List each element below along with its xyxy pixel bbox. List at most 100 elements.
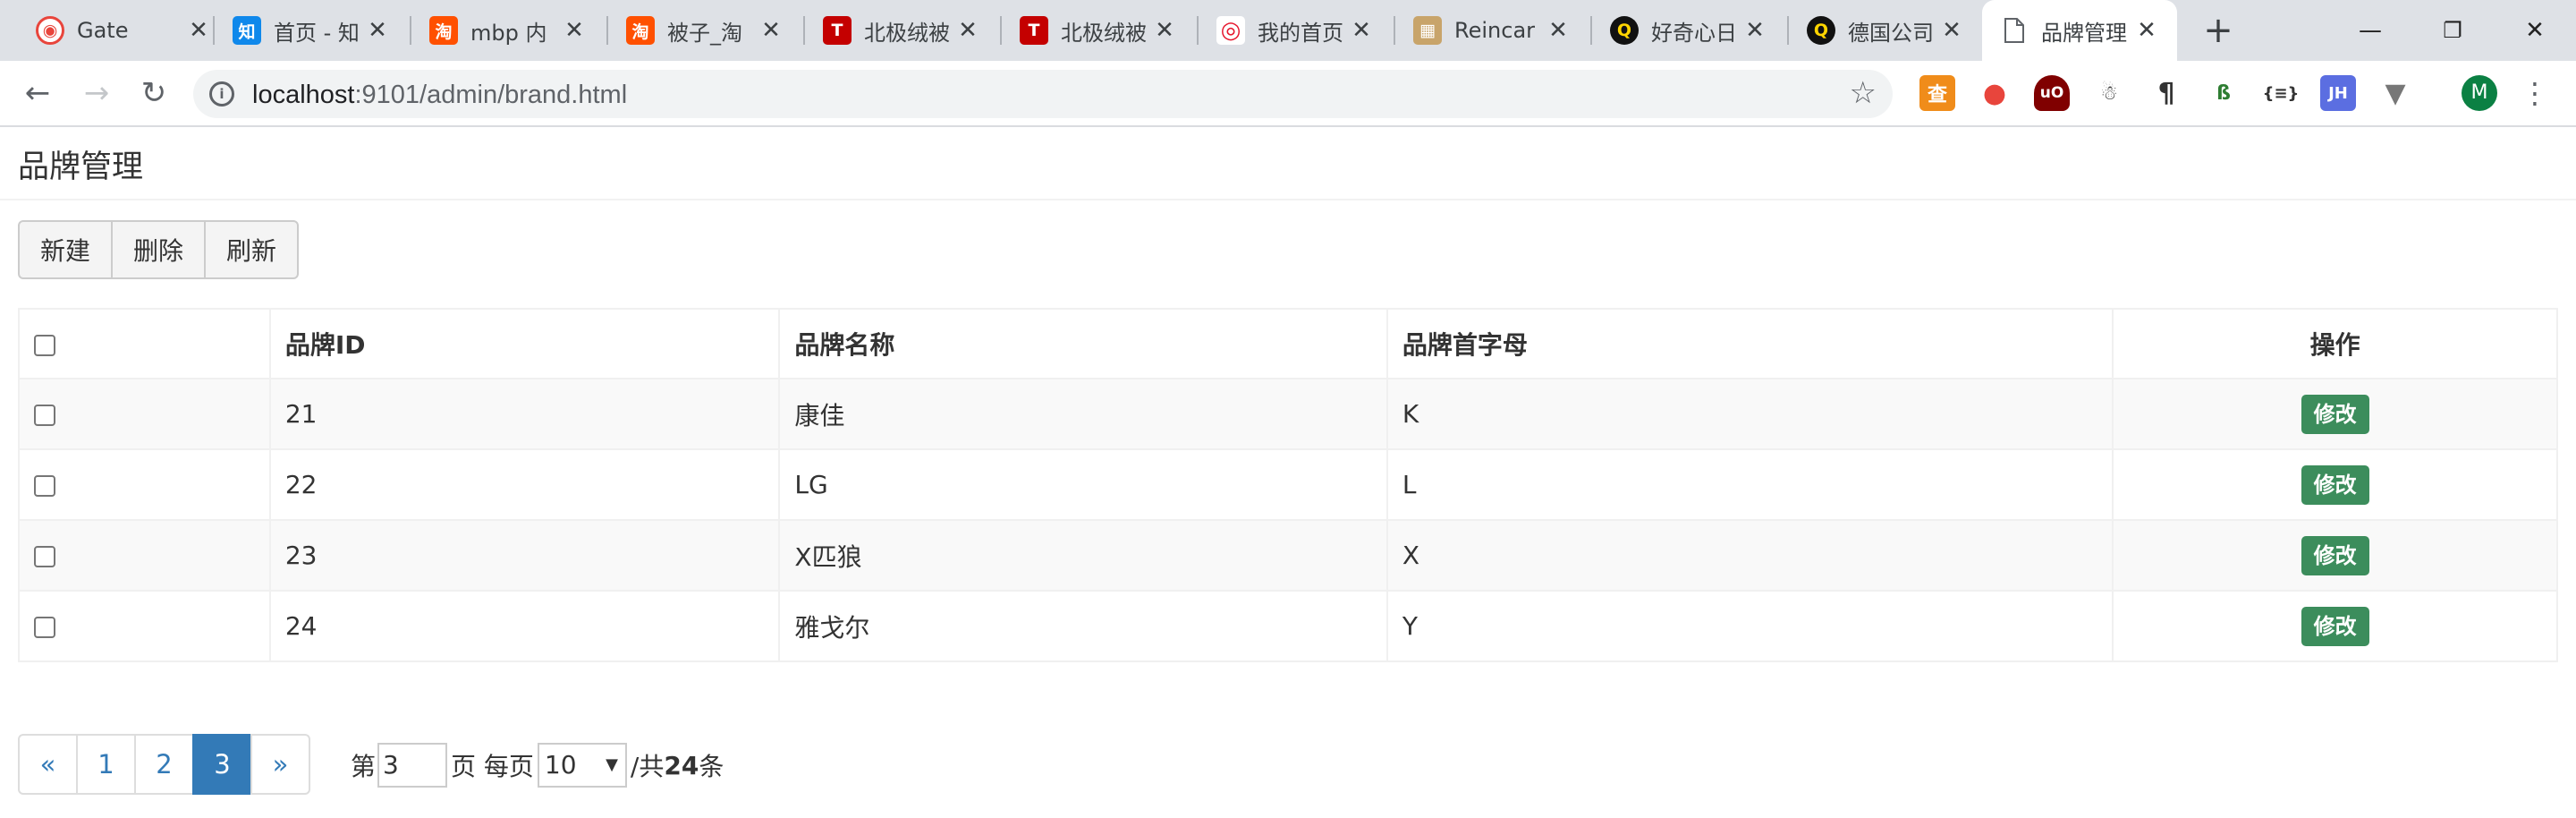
pagination-page-3[interactable]: 3 [192,734,252,795]
pagination-page-2[interactable]: 2 [134,734,194,795]
close-icon[interactable]: ✕ [1152,18,1177,43]
tmall-icon: T [823,16,852,45]
tab-tmall-2[interactable]: T 北极绒被 ✕ [1002,0,1199,61]
extension-cha-icon[interactable]: 查 [1919,75,1955,111]
cell-brand-name: X匹狼 [778,519,1388,592]
tab-taobao-quilt[interactable]: 淘 被子_淘 ✕ [608,0,805,61]
edit-button[interactable]: 修改 [2301,535,2369,575]
tab-title: 被子_淘 [667,20,742,46]
minimize-icon[interactable]: — [2347,9,2394,52]
chevron-down-icon: ▼ [606,755,618,774]
pilcrow-icon[interactable]: ¶ [2148,75,2184,111]
select-all-checkbox[interactable] [34,334,55,356]
tab-qdaily-1[interactable]: Q 好奇心日 ✕ [1592,0,1789,61]
close-icon[interactable]: ✕ [186,18,211,43]
spy-extension-icon[interactable]: ☃ [2091,75,2127,111]
close-icon[interactable]: ✕ [1742,18,1767,43]
table-header-row: 品牌ID 品牌名称 品牌首字母 操作 [18,308,2558,379]
delete-button[interactable]: 删除 [111,220,206,279]
gate-icon: ◉ [36,16,64,45]
taobao-icon: 淘 [626,16,655,45]
close-icon[interactable]: ✕ [1939,18,1964,43]
pagination-prev[interactable]: « [18,734,78,795]
table-row: 24 雅戈尔 Y 修改 [18,590,2558,662]
tab-reincarnation[interactable]: ▦ Reincar ✕ [1395,0,1592,61]
tab-title: Reincar [1454,18,1536,43]
reload-icon[interactable]: ↻ [134,73,174,113]
reincarnation-icon: ▦ [1413,16,1442,45]
back-arrow-icon[interactable]: ← [18,73,57,113]
close-icon[interactable]: ✕ [2134,18,2159,43]
row-checkbox[interactable] [34,546,55,567]
restore-icon[interactable]: ❐ [2429,9,2476,52]
json-formatter-icon[interactable]: {≡} [2263,75,2300,111]
info-icon[interactable]: i [209,81,234,107]
location-pin-icon[interactable]: ● [1977,75,2012,111]
edit-button[interactable]: 修改 [2301,606,2369,646]
leaf-extension-icon[interactable]: ß [2206,75,2241,111]
edit-button[interactable]: 修改 [2301,464,2369,505]
row-checkbox[interactable] [34,405,55,426]
new-button[interactable]: 新建 [18,220,113,279]
url-text[interactable]: localhost:9101/admin/brand.html [252,81,627,110]
document-icon [2000,16,2029,45]
browser-toolbar: ← → ↻ i localhost:9101/admin/brand.html … [0,61,2576,127]
vimium-icon[interactable]: ▼ [2377,75,2413,111]
tab-title: 好奇心日 [1651,20,1737,46]
close-icon[interactable]: ✕ [955,18,980,43]
cell-brand-id: 24 [268,590,781,662]
tab-title: 北极绒被 [864,20,950,46]
table-row: 23 X匹狼 X 修改 [18,519,2558,592]
row-checkbox[interactable] [34,475,55,497]
edit-button[interactable]: 修改 [2301,394,2369,434]
row-checkbox[interactable] [34,617,55,638]
label-page-per: 页 每页 [451,752,534,781]
address-bar[interactable]: i localhost:9101/admin/brand.html ☆ [193,70,1893,118]
select-all-cell [18,308,271,379]
tab-tmall-1[interactable]: T 北极绒被 ✕ [805,0,1002,61]
close-icon[interactable]: ✕ [1349,18,1374,43]
bookmark-star-icon[interactable]: ☆ [1850,75,1877,111]
pagination-next[interactable]: » [250,734,310,795]
page-size-select[interactable]: 10 ▼ [537,743,627,788]
zhihu-icon: 知 [233,16,261,45]
tab-weibo[interactable]: ◎ 我的首页 ✕ [1199,0,1395,61]
header-brand-letter: 品牌首字母 [1385,308,2114,379]
refresh-button[interactable]: 刷新 [204,220,299,279]
ublock-icon[interactable]: uO [2034,75,2070,111]
jh-extension-icon[interactable]: JH [2320,75,2356,111]
qdaily-icon: Q [1610,16,1639,45]
page-size-value: 10 [544,750,577,780]
tab-zhihu[interactable]: 知 首页 - 知 ✕ [215,0,411,61]
pagination: « 1 2 3 » [18,734,310,795]
tab-title: 北极绒被 [1061,20,1147,46]
cell-brand-id: 21 [268,378,781,450]
cell-brand-name: 雅戈尔 [778,590,1388,662]
weibo-icon: ◎ [1216,16,1245,45]
more-menu-icon[interactable]: ⋮ [2521,73,2549,113]
current-page-input[interactable]: 3 [377,743,448,788]
cell-brand-name: LG [778,448,1388,521]
close-icon[interactable]: ✕ [1546,18,1571,43]
window-close-icon[interactable]: ✕ [2512,9,2558,52]
tab-title: 德国公司 [1848,20,1934,46]
taobao-icon: 淘 [429,16,458,45]
close-icon[interactable]: ✕ [562,18,587,43]
tab-taobao-mbp[interactable]: 淘 mbp 内 ✕ [411,0,608,61]
close-icon[interactable]: ✕ [758,18,784,43]
close-icon[interactable]: ✕ [365,18,390,43]
tab-qdaily-2[interactable]: Q 德国公司 ✕ [1789,0,1982,61]
pagination-page-1[interactable]: 1 [76,734,136,795]
brand-table: 品牌ID 品牌名称 品牌首字母 操作 21 康佳 K 修改 22 LG L 修改… [18,308,2558,662]
tab-brand-management[interactable]: 品牌管理 ✕ [1982,0,2177,61]
new-tab-plus-icon[interactable]: + [2199,11,2238,50]
profile-avatar[interactable]: M [2462,75,2497,111]
cell-brand-name: 康佳 [778,378,1388,450]
label-total-prefix: /共 [630,752,665,781]
title-divider [0,199,2576,200]
tab-gate[interactable]: ◉ Gate ✕ [18,0,215,61]
label-di: 第 [351,752,377,781]
tab-strip: ◉ Gate ✕ 知 首页 - 知 ✕ 淘 mbp 内 ✕ 淘 被子_淘 ✕ T… [0,0,2576,61]
header-brand-name: 品牌名称 [778,308,1388,379]
forward-arrow-icon[interactable]: → [77,73,116,113]
